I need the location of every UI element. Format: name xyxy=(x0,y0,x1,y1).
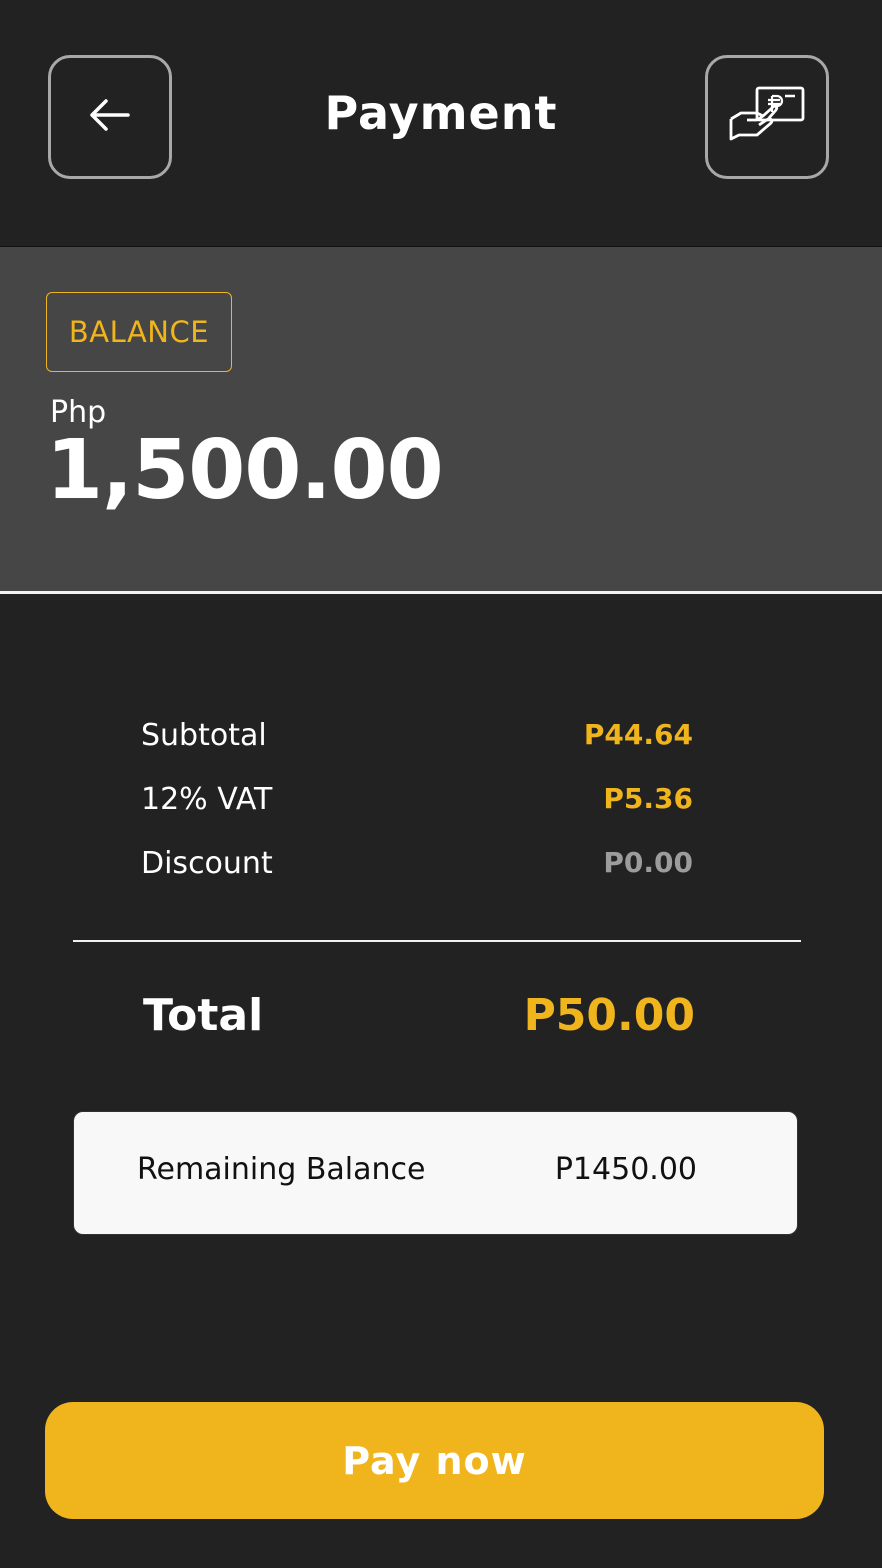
payment-screen: Payment BALANCE Php 1,500.00 Subtotal P4… xyxy=(0,0,882,1568)
vat-value: P5.36 xyxy=(603,782,693,815)
discount-row: Discount P0.00 xyxy=(141,846,693,881)
hand-with-cash-icon xyxy=(727,85,807,149)
pay-now-button[interactable]: Pay now xyxy=(45,1402,824,1519)
remaining-balance-card: Remaining Balance P1450.00 xyxy=(73,1111,798,1235)
subtotal-label: Subtotal xyxy=(141,718,267,753)
total-label: Total xyxy=(143,990,264,1041)
balance-tag: BALANCE xyxy=(46,292,232,372)
balance-amount: 1,500.00 xyxy=(46,423,444,518)
subtotal-row: Subtotal P44.64 xyxy=(141,718,693,753)
discount-value: P0.00 xyxy=(603,846,693,879)
discount-label: Discount xyxy=(141,846,273,881)
total-value: P50.00 xyxy=(523,990,695,1041)
subtotal-value: P44.64 xyxy=(583,718,693,751)
summary-divider xyxy=(73,940,801,942)
payment-method-button[interactable] xyxy=(705,55,829,179)
remaining-balance-value: P1450.00 xyxy=(554,1152,697,1187)
total-row: Total P50.00 xyxy=(143,990,695,1041)
vat-label: 12% VAT xyxy=(141,782,273,817)
vat-row: 12% VAT P5.36 xyxy=(141,782,693,817)
app-header: Payment xyxy=(0,0,882,246)
remaining-balance-label: Remaining Balance xyxy=(137,1152,426,1187)
balance-panel: BALANCE Php 1,500.00 xyxy=(0,246,882,594)
